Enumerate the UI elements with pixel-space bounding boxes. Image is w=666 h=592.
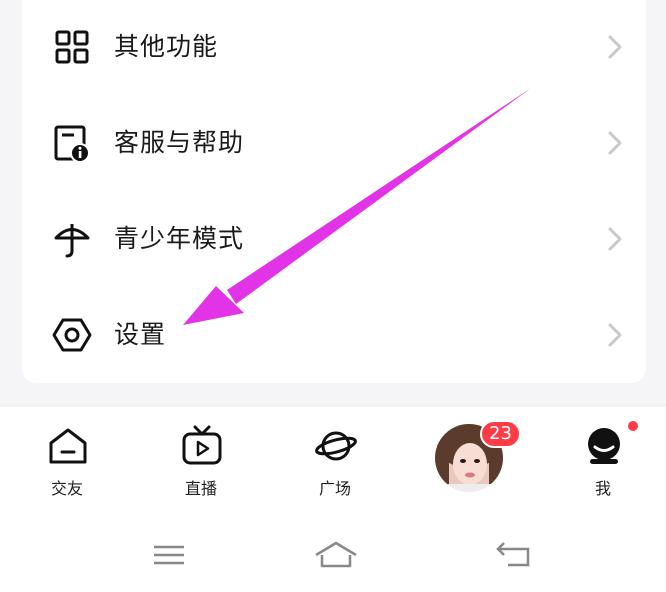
notification-dot: [628, 421, 638, 431]
message-count-badge: 23: [480, 420, 521, 448]
profile-face-icon: [588, 428, 620, 464]
tab-label: 交友: [50, 479, 83, 498]
chevron-right-icon: [608, 323, 622, 347]
chevron-right-icon: [608, 35, 622, 59]
chevron-right-icon: [608, 227, 622, 251]
chevron-right-icon: [608, 131, 622, 155]
home-house-icon: [49, 428, 87, 464]
tab-label: 直播: [184, 479, 217, 498]
menu-item-customer-service[interactable]: 客服与帮助: [22, 96, 646, 192]
settings-hex-icon: [52, 318, 92, 352]
menu-item-other-features[interactable]: 其他功能: [22, 0, 646, 96]
tab-square[interactable]: 广场: [290, 407, 380, 505]
menu-item-label: 其他功能: [114, 32, 219, 61]
menu-item-label: 客服与帮助: [114, 128, 245, 157]
bottom-tab-bar: 交友 直播 广场 我: [0, 407, 666, 505]
menu-item-label: 青少年模式: [114, 224, 245, 253]
grid-icon: [55, 30, 89, 64]
menu-item-teen-mode[interactable]: 青少年模式: [22, 192, 646, 288]
planet-icon: [315, 431, 357, 461]
help-doc-icon: [54, 125, 90, 163]
system-nav-bar: [0, 505, 666, 592]
home-icon[interactable]: [311, 535, 361, 575]
umbrella-icon: [54, 224, 90, 258]
tab-make-friends[interactable]: 交友: [22, 407, 112, 505]
menu-item-label: 设置: [114, 320, 167, 349]
menu-item-settings[interactable]: 设置: [22, 288, 646, 384]
tab-live[interactable]: 直播: [156, 407, 246, 505]
menu-icon[interactable]: [144, 535, 194, 575]
tv-play-icon: [182, 425, 222, 465]
back-icon[interactable]: [488, 535, 538, 575]
tab-label: 广场: [318, 479, 351, 498]
tab-label: 我: [594, 479, 611, 498]
